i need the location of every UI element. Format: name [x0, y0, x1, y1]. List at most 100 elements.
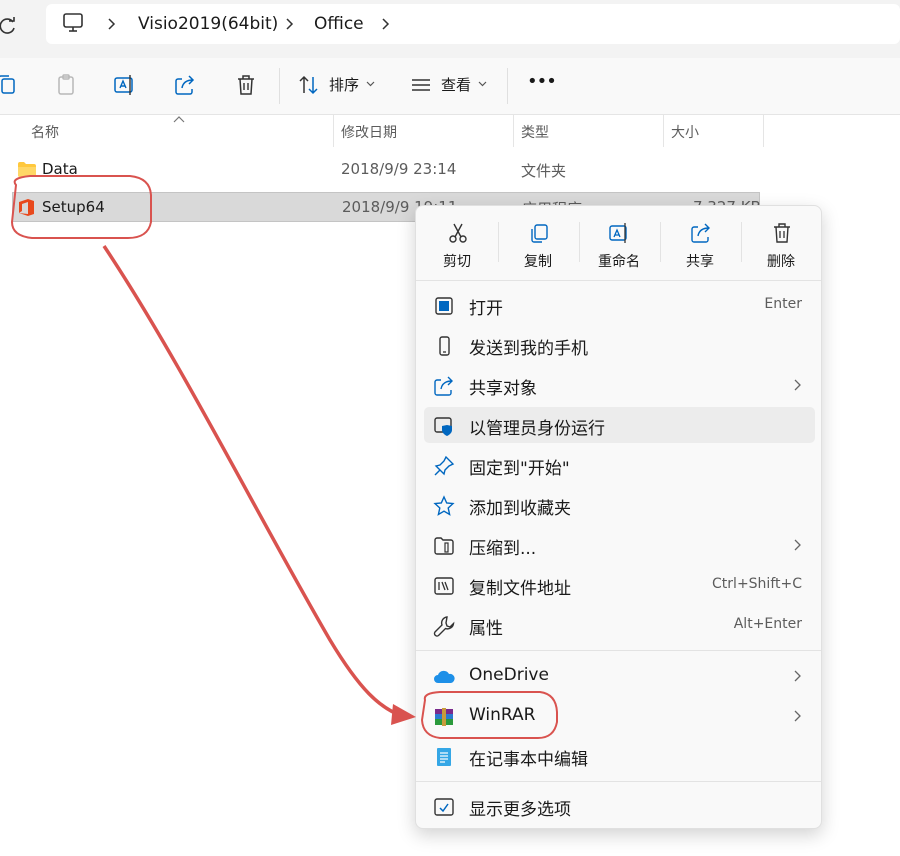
share-icon	[434, 376, 453, 396]
menu-item-show-more-options[interactable]: 显示更多选项	[424, 788, 815, 824]
rename-icon	[609, 223, 627, 243]
column-divider[interactable]	[663, 115, 664, 147]
rename-icon[interactable]	[113, 73, 137, 97]
onedrive-cloud-icon	[434, 670, 455, 683]
breadcrumb-item-visio[interactable]: Visio2019(64bit)	[138, 4, 278, 44]
menu-item-label: 显示更多选项	[469, 800, 571, 820]
menu-item-compress-to[interactable]: 压缩到...	[424, 527, 815, 563]
menu-item-share-with[interactable]: 共享对象	[424, 367, 815, 403]
menu-item-label: OneDrive	[469, 665, 549, 685]
menu-item-edit-in-notepad[interactable]: 在记事本中编辑	[424, 738, 815, 774]
notepad-icon	[437, 748, 451, 766]
more-options-button[interactable]: •••	[527, 71, 557, 92]
copy-label: 复制	[524, 254, 552, 270]
menu-item-label: 复制文件地址	[469, 579, 571, 599]
menu-item-label: 在记事本中编辑	[469, 750, 588, 770]
phone-icon	[439, 336, 450, 356]
menu-separator	[416, 650, 821, 651]
chevron-right-icon[interactable]	[106, 18, 116, 30]
chevron-right-icon[interactable]	[284, 18, 294, 30]
chevron-right-icon[interactable]	[380, 18, 390, 30]
copy-icon	[531, 224, 548, 243]
paste-icon[interactable]	[54, 73, 78, 97]
menu-item-onedrive[interactable]: OneDrive	[424, 658, 815, 694]
column-name[interactable]: 名称	[31, 122, 59, 142]
copy-icon[interactable]	[0, 73, 18, 97]
file-type: 文件夹	[521, 162, 567, 180]
shortcut-text: Enter	[764, 296, 802, 312]
menu-item-copy-as-path[interactable]: 复制文件地址 Ctrl+Shift+C	[424, 567, 815, 603]
chevron-right-icon	[794, 670, 801, 682]
menu-item-send-to-phone[interactable]: 发送到我的手机	[424, 327, 815, 363]
view-button-label[interactable]: 查看	[441, 74, 471, 95]
open-window-icon	[435, 297, 453, 315]
column-divider[interactable]	[513, 115, 514, 147]
rename-label: 重命名	[598, 254, 640, 270]
winrar-icon	[435, 708, 453, 726]
column-size[interactable]: 大小	[671, 122, 699, 142]
chevron-right-icon	[794, 539, 801, 551]
column-divider[interactable]	[763, 115, 764, 147]
menu-item-label: 属性	[469, 619, 503, 639]
menu-item-label: 以管理员身份运行	[469, 419, 605, 439]
shortcut-text: Ctrl+Shift+C	[712, 576, 802, 592]
zip-folder-icon	[434, 537, 454, 555]
column-modified[interactable]: 修改日期	[341, 122, 397, 142]
view-icon[interactable]	[409, 73, 433, 97]
breadcrumb-item-office[interactable]: Office	[314, 4, 364, 44]
wrench-icon	[433, 616, 455, 637]
shortcut-text: Alt+Enter	[733, 616, 802, 632]
menu-item-properties[interactable]: 属性 Alt+Enter	[424, 607, 815, 643]
cut-label: 剪切	[443, 254, 471, 270]
refresh-icon[interactable]	[0, 16, 18, 36]
menu-item-winrar[interactable]: WinRAR	[424, 698, 815, 734]
this-pc-icon[interactable]	[62, 13, 84, 33]
menu-item-run-as-admin[interactable]: 以管理员身份运行	[424, 407, 815, 443]
delete-label: 删除	[767, 254, 795, 270]
chevron-down-icon[interactable]	[366, 80, 375, 87]
share-icon[interactable]	[173, 73, 197, 97]
star-icon	[433, 495, 455, 516]
folder-icon	[18, 162, 36, 177]
share-icon	[691, 223, 710, 243]
file-name: Data	[42, 160, 78, 178]
copy-button[interactable]: 复制	[498, 216, 578, 276]
file-row-data[interactable]: Data 2018/9/9 23:14 文件夹	[12, 155, 760, 185]
menu-item-open[interactable]: 打开 Enter	[424, 287, 815, 323]
cut-button[interactable]: 剪切	[417, 216, 497, 276]
menu-separator	[416, 280, 821, 281]
pin-icon	[434, 455, 455, 476]
column-type[interactable]: 类型	[521, 122, 549, 142]
menu-item-pin-to-start[interactable]: 固定到"开始"	[424, 447, 815, 483]
delete-icon	[774, 223, 790, 243]
menu-item-label: 打开	[469, 299, 503, 319]
scissors-icon	[449, 223, 467, 243]
column-header: 名称 修改日期 类型 大小	[0, 115, 900, 147]
menu-separator	[416, 781, 821, 782]
chevron-down-icon[interactable]	[478, 80, 487, 87]
chevron-right-icon	[794, 710, 801, 722]
file-name: Setup64	[42, 198, 105, 216]
file-modified: 2018/9/9 23:14	[341, 160, 457, 178]
share-label: 共享	[686, 254, 714, 270]
admin-shield-icon	[434, 417, 452, 436]
menu-item-label: 发送到我的手机	[469, 339, 588, 359]
address-bar: Visio2019(64bit) Office	[0, 0, 900, 58]
command-bar: 排序 查看 •••	[0, 58, 900, 115]
rename-button[interactable]: 重命名	[579, 216, 659, 276]
menu-item-label: WinRAR	[469, 705, 536, 725]
menu-item-add-to-favorites[interactable]: 添加到收藏夹	[424, 487, 815, 523]
sort-icon[interactable]	[297, 73, 321, 97]
delete-icon[interactable]	[234, 73, 258, 97]
file-explorer-window: Visio2019(64bit) Office 排序 查看 ••• 名称 修改日…	[0, 0, 900, 856]
share-button[interactable]: 共享	[660, 216, 740, 276]
toolbar-separator	[507, 68, 508, 104]
copy-path-icon	[434, 577, 454, 595]
sort-button-label[interactable]: 排序	[329, 74, 359, 95]
breadcrumb[interactable]: Visio2019(64bit) Office	[46, 4, 900, 44]
arrow-head	[391, 704, 416, 725]
chevron-right-icon	[794, 379, 801, 391]
delete-button[interactable]: 删除	[741, 216, 821, 276]
context-menu: 剪切 复制 重命名 共享 删除 打开 Enter 发送到我的手机 共享对象 以管…	[415, 205, 822, 829]
column-divider[interactable]	[333, 115, 334, 147]
